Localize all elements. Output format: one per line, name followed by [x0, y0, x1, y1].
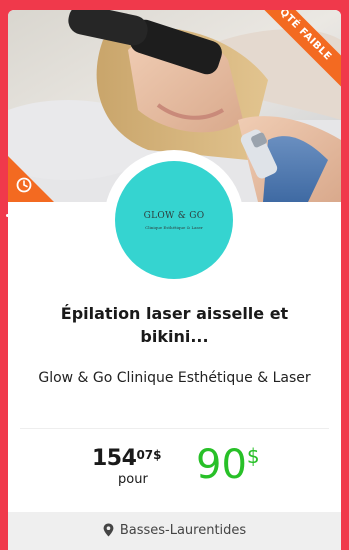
deal-price-integer: 90 [196, 442, 247, 488]
original-price-cents: 07 [136, 448, 154, 462]
location-bar: Basses-Laurentides [8, 512, 341, 550]
clock-icon [16, 177, 32, 193]
merchant-logo-name: GLOW & GO [143, 211, 205, 221]
original-price: 15407$ [92, 446, 188, 471]
merchant-logo-badge: GLOW & GO Clinique Esthétique & Laser [115, 161, 233, 279]
price-unit-label: pour [118, 472, 148, 487]
divider [20, 428, 329, 429]
deal-card[interactable]: QTÉ FAIBLE GLOW & GO Clinique Esthétique… [8, 10, 341, 550]
merchant-logo-tagline: Clinique Esthétique & Laser [145, 225, 203, 230]
deal-price: 90$ [196, 442, 260, 488]
merchant-logo: GLOW & GO Clinique Esthétique & Laser [104, 150, 244, 290]
merchant-name: Glow & Go Clinique Esthétique & Laser [38, 370, 311, 386]
original-price-currency: $ [153, 448, 162, 462]
map-pin-icon [103, 523, 114, 536]
deal-price-currency: $ [246, 444, 260, 468]
original-price-integer: 154 [92, 446, 137, 471]
location-label: Basses-Laurentides [119, 523, 247, 538]
deal-title[interactable]: Épilation laser aisselle et bikini... [28, 302, 321, 348]
